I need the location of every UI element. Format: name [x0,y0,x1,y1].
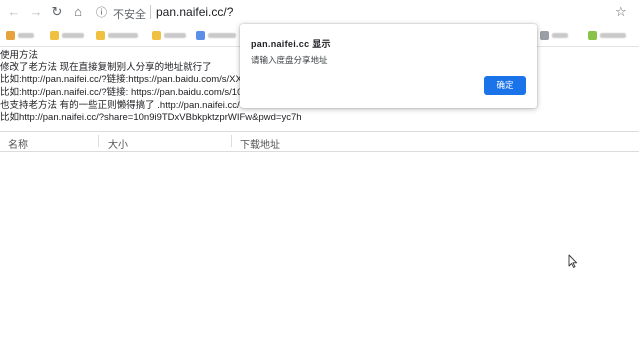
security-label[interactable]: 不安全 [113,6,146,22]
star-icon[interactable]: ☆ [615,4,627,20]
instruction-line: 比如:http://pan.naifei.cc/?链接:https://pan.… [0,74,249,85]
column-header-name[interactable]: 名称 [8,136,28,151]
arrow-left-icon[interactable]: ← [6,4,22,20]
url-text[interactable]: pan.naifei.cc/? [156,5,233,19]
instruction-line: 比如http://pan.naifei.cc/?share=10n9i9TDxV… [0,112,302,123]
file-table-header: 名称 大小 下载地址 [0,131,639,152]
column-header-size[interactable]: 大小 [108,136,128,151]
alert-dialog: pan.naifei.cc 显示 请输入度盘分享地址 确定 [240,24,537,108]
dialog-title: pan.naifei.cc 显示 [251,39,331,49]
reload-icon[interactable]: ↻ [49,4,65,20]
info-icon[interactable]: ⓘ [96,4,107,20]
column-divider [98,135,99,147]
browser-toolbar: ← → ↻ ⌂ ⓘ 不安全 pan.naifei.cc/? ☆ [0,0,639,26]
dialog-message: 请输入度盘分享地址 [251,55,328,65]
arrow-right-icon[interactable]: → [28,4,44,20]
omnibox-separator [150,5,151,19]
home-icon[interactable]: ⌂ [70,4,86,20]
mouse-cursor-icon [568,254,578,268]
ok-button[interactable]: 确定 [484,76,526,95]
column-header-download[interactable]: 下载地址 [240,136,280,151]
instruction-line: 比如:http://pan.naifei.cc/?链接: https://pan… [0,87,243,98]
address-bar[interactable]: ⓘ 不安全 pan.naifei.cc/? [92,3,602,22]
column-divider [231,135,232,147]
